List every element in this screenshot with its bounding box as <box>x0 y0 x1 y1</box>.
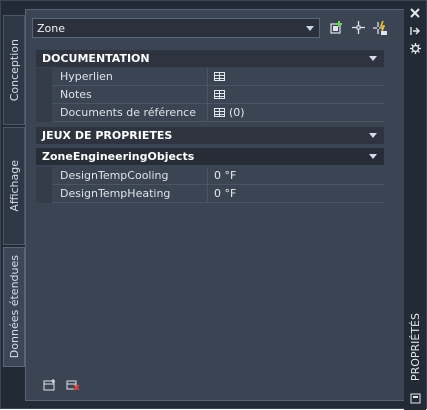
property-label: Hyperlien <box>52 68 208 85</box>
property-label: DesignTempCooling <box>52 167 208 184</box>
table-icon[interactable] <box>214 90 225 99</box>
collapse-icon <box>369 154 377 159</box>
chevron-down-icon <box>306 26 314 31</box>
properties-icon[interactable] <box>407 391 423 405</box>
properties-panel: Zone DOCUMENTATION Hyperlien Notes Docum… <box>25 9 405 401</box>
property-row-design-temp-heating[interactable]: DesignTempHeating 0 °F <box>52 185 384 203</box>
property-value[interactable]: (0) <box>208 106 245 119</box>
tab-affichage-label: Affichage <box>7 160 21 212</box>
properties-palette: Conception Affichage Données étendues Zo… <box>0 0 427 410</box>
auto-hide-icon[interactable] <box>407 24 423 38</box>
close-icon[interactable] <box>407 6 423 20</box>
add-property-set-icon[interactable] <box>42 379 56 391</box>
collapse-icon <box>369 56 377 61</box>
property-row-notes[interactable]: Notes <box>52 86 384 104</box>
tab-donnees-etendues[interactable]: Données étendues <box>3 247 25 367</box>
tab-conception[interactable]: Conception <box>3 15 25 125</box>
section-documentation-title: DOCUMENTATION <box>42 52 150 65</box>
row-gutter <box>36 167 52 203</box>
subsection-title: ZoneEngineeringObjects <box>42 150 195 163</box>
property-value[interactable]: 0 °F <box>208 169 236 182</box>
row-gutter <box>36 68 52 122</box>
property-row-hyperlien[interactable]: Hyperlien <box>52 68 384 86</box>
object-type-value: Zone <box>37 21 66 35</box>
tab-conception-label: Conception <box>7 38 21 102</box>
property-label: Notes <box>52 86 208 103</box>
table-icon[interactable] <box>214 108 225 117</box>
collapse-icon <box>369 133 377 138</box>
palette-title-text: PROPRIÉTÉS <box>408 312 422 382</box>
quick-select-icon[interactable] <box>371 19 388 36</box>
property-row-design-temp-cooling[interactable]: DesignTempCooling 0 °F <box>52 167 384 185</box>
property-value[interactable]: 0 °F <box>208 187 236 200</box>
table-icon[interactable] <box>214 72 225 81</box>
tab-donnees-etendues-label: Données étendues <box>7 255 21 359</box>
tab-affichage[interactable]: Affichage <box>3 127 25 245</box>
reference-count: (0) <box>229 106 245 119</box>
palette-title: PROPRIÉTÉS <box>407 307 423 387</box>
settings-icon[interactable] <box>407 41 423 55</box>
property-value[interactable] <box>208 72 229 81</box>
section-property-sets-title: JEUX DE PROPRIETES <box>42 129 173 142</box>
property-row-documents-reference[interactable]: Documents de référence (0) <box>52 104 384 122</box>
property-label: DesignTempHeating <box>52 185 208 202</box>
pick-point-icon[interactable] <box>350 19 367 36</box>
remove-property-set-icon[interactable] <box>66 379 80 391</box>
subsection-zone-engineering-objects-header[interactable]: ZoneEngineeringObjects <box>36 148 384 165</box>
object-type-select[interactable]: Zone <box>32 18 320 38</box>
palette-title-bar: PROPRIÉTÉS <box>404 1 426 410</box>
select-objects-icon[interactable] <box>329 19 346 36</box>
section-documentation-header[interactable]: DOCUMENTATION <box>36 50 384 67</box>
section-property-sets-header[interactable]: JEUX DE PROPRIETES <box>36 127 384 144</box>
property-label: Documents de référence <box>52 104 208 121</box>
property-value[interactable] <box>208 90 229 99</box>
